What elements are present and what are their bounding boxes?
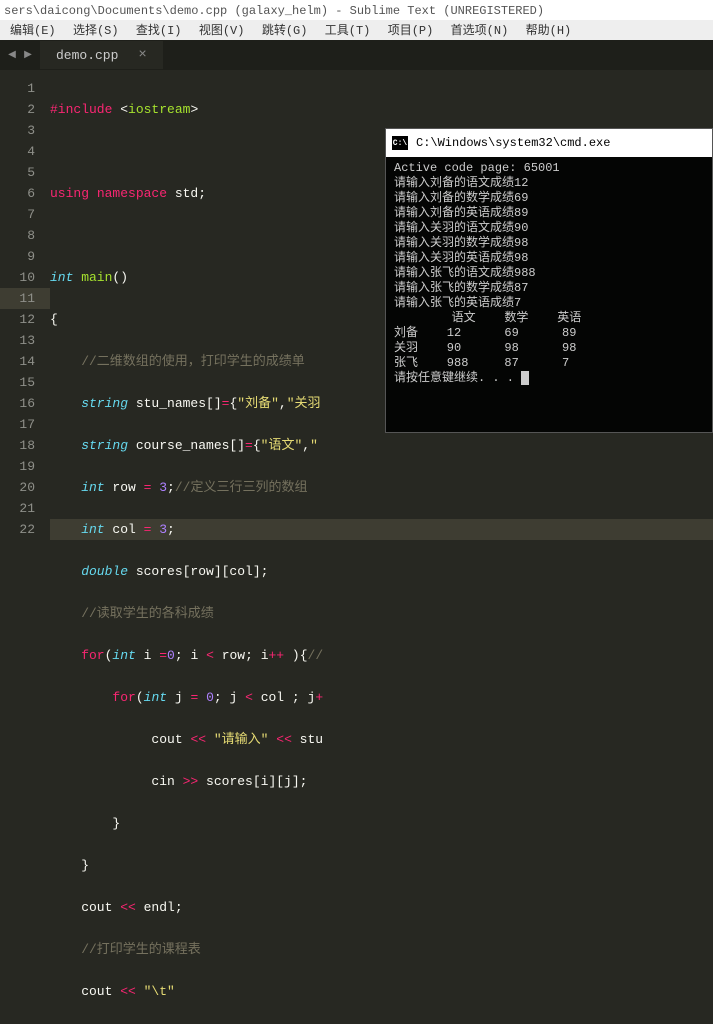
line-number: 12 <box>0 309 35 330</box>
menu-bar: 编辑(E) 选择(S) 查找(I) 视图(V) 跳转(G) 工具(T) 项目(P… <box>0 20 713 40</box>
tab-label: demo.cpp <box>56 48 118 63</box>
terminal-line: 刘备 12 69 89 <box>394 326 704 341</box>
line-number: 11 <box>0 288 50 309</box>
tab-close-icon[interactable]: × <box>138 47 146 63</box>
terminal-window[interactable]: C:\ C:\Windows\system32\cmd.exe Active c… <box>385 128 713 433</box>
terminal-line: 张飞 988 87 7 <box>394 356 704 371</box>
line-number: 5 <box>0 162 35 183</box>
menu-preferences[interactable]: 首选项(N) <box>451 24 509 38</box>
line-number: 19 <box>0 456 35 477</box>
menu-edit[interactable]: 编辑(E) <box>10 24 56 38</box>
menu-project[interactable]: 项目(P) <box>388 24 434 38</box>
terminal-cursor <box>521 371 529 385</box>
line-number: 18 <box>0 435 35 456</box>
terminal-line: 语文 数学 英语 <box>394 311 704 326</box>
menu-goto[interactable]: 跳转(G) <box>262 24 308 38</box>
terminal-body[interactable]: Active code page: 65001请输入刘备的语文成绩12请输入刘备… <box>386 157 712 390</box>
terminal-line: Active code page: 65001 <box>394 161 704 176</box>
line-number: 14 <box>0 351 35 372</box>
window-title: sers\daicong\Documents\demo.cpp (galaxy_… <box>4 4 544 18</box>
terminal-title-bar[interactable]: C:\ C:\Windows\system32\cmd.exe <box>386 129 712 157</box>
line-number: 16 <box>0 393 35 414</box>
line-number: 13 <box>0 330 35 351</box>
tab-bar: ◀ ▶ demo.cpp × <box>0 40 713 70</box>
line-number: 20 <box>0 477 35 498</box>
line-number: 9 <box>0 246 35 267</box>
line-number: 1 <box>0 78 35 99</box>
terminal-line: 请输入张飞的英语成绩7 <box>394 296 704 311</box>
line-number: 15 <box>0 372 35 393</box>
terminal-line: 请输入刘备的数学成绩69 <box>394 191 704 206</box>
terminal-title: C:\Windows\system32\cmd.exe <box>416 136 610 150</box>
line-number: 7 <box>0 204 35 225</box>
menu-view[interactable]: 视图(V) <box>199 24 245 38</box>
menu-help[interactable]: 帮助(H) <box>526 24 572 38</box>
line-number: 8 <box>0 225 35 246</box>
line-number: 22 <box>0 519 35 540</box>
line-number: 10 <box>0 267 35 288</box>
terminal-line: 请输入张飞的语文成绩988 <box>394 266 704 281</box>
menu-select[interactable]: 选择(S) <box>73 24 119 38</box>
tab-nav-right-icon[interactable]: ▶ <box>24 49 32 61</box>
terminal-line: 请输入刘备的英语成绩89 <box>394 206 704 221</box>
terminal-line: 请输入关羽的数学成绩98 <box>394 236 704 251</box>
line-number: 4 <box>0 141 35 162</box>
gutter: 12345678910111213141516171819202122 <box>0 70 50 512</box>
window-title-bar: sers\daicong\Documents\demo.cpp (galaxy_… <box>0 0 713 20</box>
terminal-line: 请输入张飞的数学成绩87 <box>394 281 704 296</box>
cmd-icon: C:\ <box>392 136 408 150</box>
menu-tools[interactable]: 工具(T) <box>325 24 371 38</box>
terminal-line: 请输入关羽的语文成绩90 <box>394 221 704 236</box>
terminal-line: 请输入关羽的英语成绩98 <box>394 251 704 266</box>
terminal-line: 请按任意键继续. . . <box>394 371 704 386</box>
line-number: 21 <box>0 498 35 519</box>
line-number: 6 <box>0 183 35 204</box>
tab-nav-left-icon[interactable]: ◀ <box>8 49 16 61</box>
tab-nav: ◀ ▶ <box>0 49 40 61</box>
line-number: 2 <box>0 99 35 120</box>
line-number: 17 <box>0 414 35 435</box>
tab-demo-cpp[interactable]: demo.cpp × <box>40 41 163 69</box>
line-number: 3 <box>0 120 35 141</box>
terminal-line: 请输入刘备的语文成绩12 <box>394 176 704 191</box>
terminal-line: 关羽 90 98 98 <box>394 341 704 356</box>
menu-find[interactable]: 查找(I) <box>136 24 182 38</box>
